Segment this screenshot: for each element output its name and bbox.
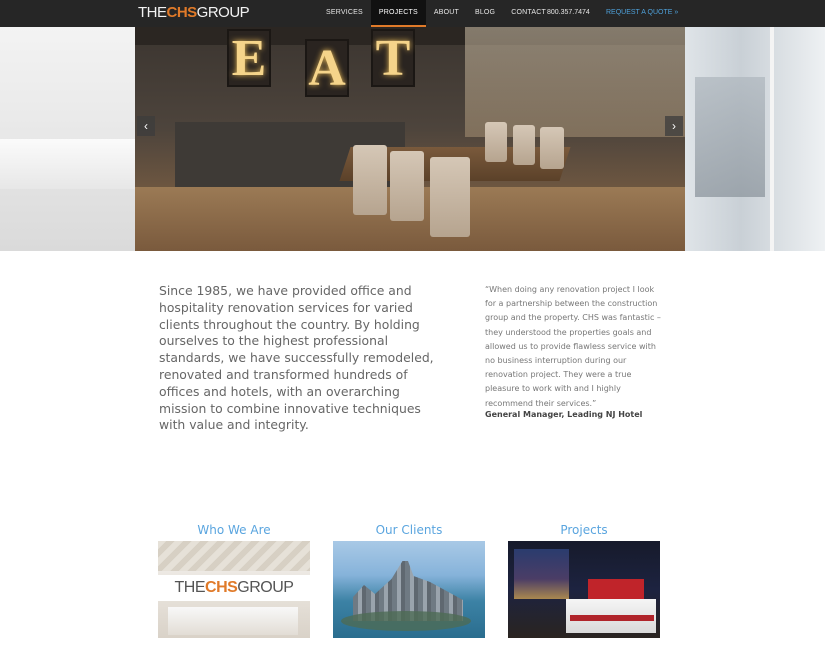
sign-letter-a: A xyxy=(305,39,349,97)
city-view-image xyxy=(695,77,765,197)
card-title[interactable]: Projects xyxy=(508,522,660,538)
intro-paragraph: Since 1985, we have provided office and … xyxy=(159,283,434,433)
nav-blog[interactable]: BLOG xyxy=(467,0,503,27)
dining-chair xyxy=(430,157,470,237)
sign-letter-e: E xyxy=(227,29,271,87)
wallpaper-pattern xyxy=(158,541,310,571)
card-title[interactable]: Our Clients xyxy=(333,522,485,538)
next-slide-preview xyxy=(685,27,825,251)
reception-counter-image xyxy=(0,139,135,189)
dining-chair xyxy=(353,145,387,215)
office-image[interactable]: THECHSGROUP xyxy=(158,541,310,638)
card-who-we-are[interactable]: Who We Are THECHSGROUP xyxy=(158,522,310,638)
card-projects[interactable]: Projects xyxy=(508,522,660,638)
sign-letter-t: T xyxy=(371,29,415,87)
request-quote-link[interactable]: REQUEST A QUOTE » xyxy=(606,0,678,25)
slider-prev-arrow-icon[interactable]: ‹ xyxy=(137,116,155,136)
site-logo[interactable]: THECHSGROUP xyxy=(138,4,250,21)
nav-services[interactable]: SERVICES xyxy=(318,0,371,27)
logo-suffix: GROUP xyxy=(196,4,250,21)
logo-prefix: THE xyxy=(174,579,206,596)
previous-slide-preview xyxy=(0,27,135,251)
dining-chair xyxy=(540,127,564,169)
main-nav: SERVICES PROJECTS ABOUT BLOG CONTACT xyxy=(318,0,554,27)
island-greenery xyxy=(341,611,471,631)
city-skyline-image[interactable] xyxy=(333,541,485,638)
top-navigation-bar: THECHSGROUP SERVICES PROJECTS ABOUT BLOG… xyxy=(0,0,825,28)
card-title[interactable]: Who We Are xyxy=(158,522,310,538)
dining-chair xyxy=(513,125,535,165)
window-frame xyxy=(770,27,774,251)
phone-number[interactable]: 800.357.7474 xyxy=(547,0,590,25)
chs-group-logo: THECHSGROUP xyxy=(158,575,310,601)
slider-next-arrow-icon[interactable]: › xyxy=(665,116,683,136)
logo-middle: CHS xyxy=(205,579,238,596)
hotel-window xyxy=(514,549,569,599)
hero-slider: E A T ‹ › xyxy=(0,27,825,251)
hotel-room-image[interactable] xyxy=(508,541,660,638)
current-slide-image: E A T xyxy=(135,27,685,251)
logo-middle: CHS xyxy=(166,4,198,21)
logo-prefix: THE xyxy=(138,4,167,21)
restaurant-back-wall xyxy=(465,27,685,137)
office-furniture xyxy=(168,607,298,635)
dining-chair xyxy=(485,122,507,162)
testimonial-quote: “When doing any renovation project I loo… xyxy=(485,285,661,408)
nav-projects[interactable]: PROJECTS xyxy=(370,0,426,27)
bed-runner xyxy=(570,615,654,621)
card-our-clients[interactable]: Our Clients xyxy=(333,522,485,638)
dining-chair xyxy=(390,151,424,221)
nav-about[interactable]: ABOUT xyxy=(426,0,467,27)
testimonial-author: General Manager, Leading NJ Hotel xyxy=(485,410,643,419)
logo-suffix: GROUP xyxy=(237,579,294,596)
